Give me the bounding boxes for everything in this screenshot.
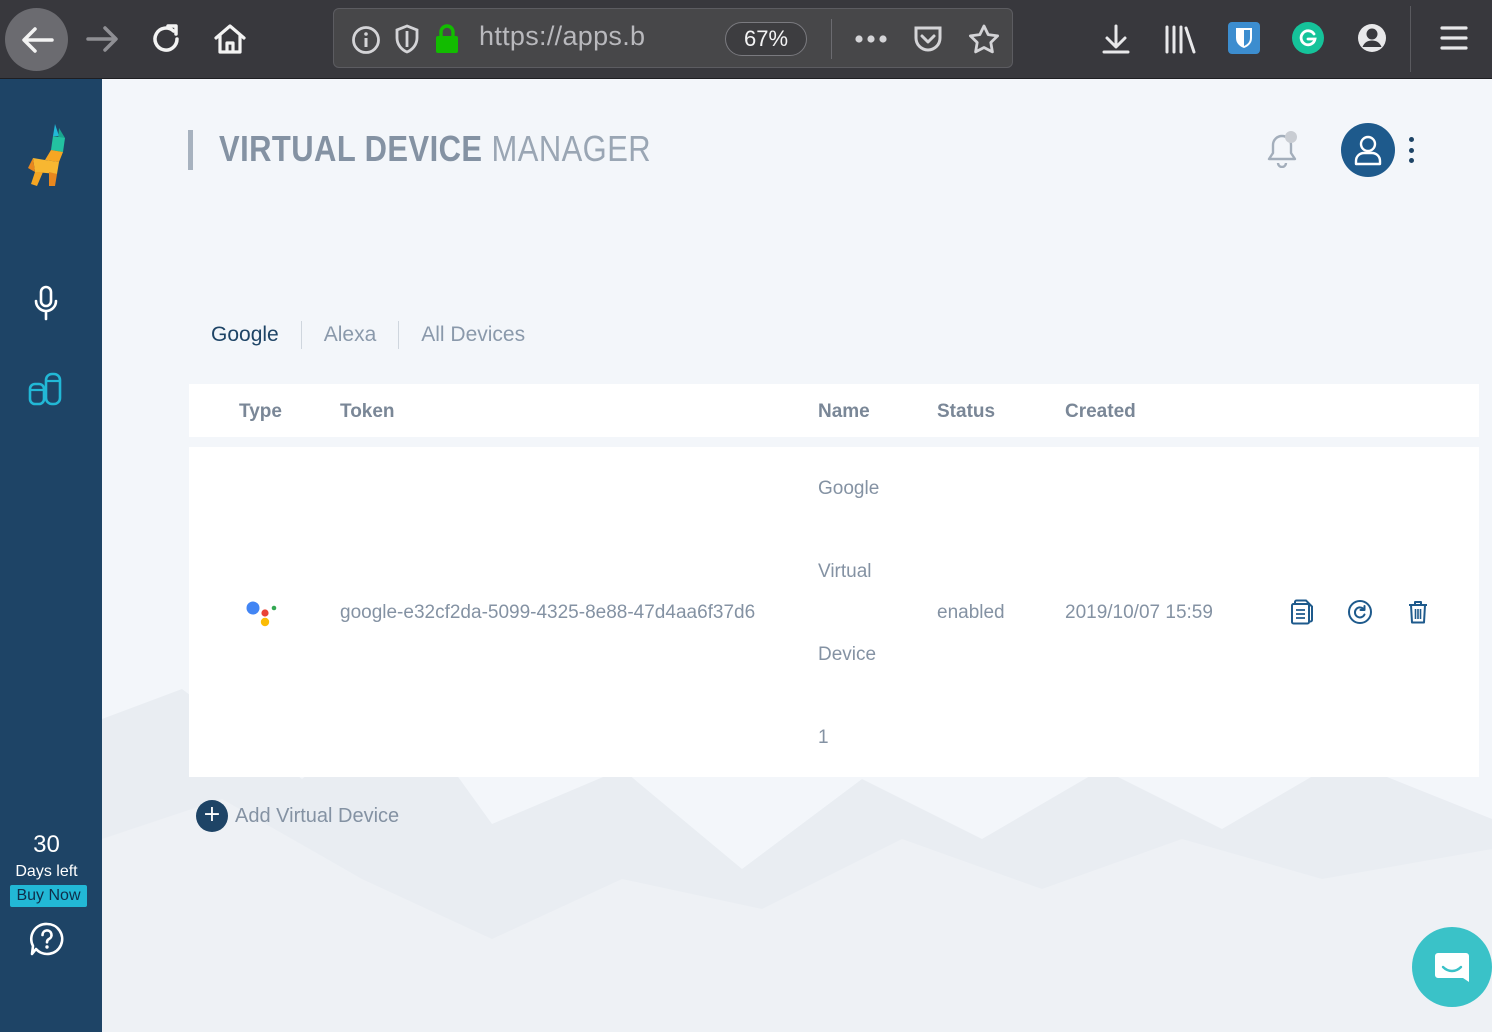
help-button[interactable]: [27, 919, 67, 959]
hamburger-menu-icon[interactable]: [1440, 25, 1468, 51]
delete-device-button[interactable]: [1403, 597, 1433, 627]
sidebar: 30 Days left Buy Now: [0, 79, 102, 1032]
library-icon[interactable]: [1164, 24, 1198, 54]
browser-toolbar: https://apps.b 67%: [0, 0, 1492, 79]
refresh-token-icon: [1348, 600, 1372, 624]
delete-icon: [1409, 601, 1427, 624]
grammarly-icon: [1299, 29, 1317, 47]
user-menu-kebab-icon[interactable]: [1405, 137, 1417, 163]
trial-days-label: Days left: [15, 863, 78, 880]
lock-icon: [436, 24, 458, 53]
forward-arrow-icon: [86, 26, 118, 52]
tab-alexa[interactable]: Alexa: [302, 320, 399, 350]
toolbar-divider: [1410, 6, 1411, 72]
tab-google[interactable]: Google: [211, 320, 301, 350]
home-button[interactable]: [199, 8, 261, 70]
bitwarden-extension-button[interactable]: [1228, 22, 1260, 54]
column-header-name: Name: [818, 401, 870, 422]
pocket-icon[interactable]: [912, 24, 944, 54]
notification-dot: [1285, 131, 1297, 143]
google-assistant-icon: [246, 601, 277, 627]
trial-days-count: 30: [33, 831, 60, 858]
copy-token-button[interactable]: [1287, 597, 1317, 627]
llama-logo-icon: [28, 124, 65, 186]
chat-support-button[interactable]: [1412, 927, 1492, 1007]
bookmark-star-icon[interactable]: [967, 23, 1001, 55]
download-icon[interactable]: [1101, 23, 1131, 55]
page-title-bold: VIRTUAL DEVICE: [219, 128, 483, 169]
plus-icon: +: [196, 800, 228, 832]
table-row: google-e32cf2da-5099-4325-8e88-47d4aa6f3…: [189, 447, 1479, 777]
back-button[interactable]: [5, 8, 68, 71]
refresh-token-button[interactable]: [1345, 597, 1375, 627]
device-name-line: Device: [818, 644, 877, 665]
device-status: enabled: [937, 602, 1005, 623]
home-icon: [214, 24, 246, 54]
app-logo[interactable]: [24, 121, 72, 189]
url-bar[interactable]: https://apps.b 67%: [333, 8, 1013, 68]
copy-token-icon: [1291, 599, 1313, 625]
title-accent-bar: [188, 130, 193, 170]
bitwarden-icon: [1236, 28, 1252, 48]
platform-tabs: Google Alexa All Devices: [211, 317, 547, 353]
main-content: VIRTUAL DEVICE MANAGER Google Alexa All …: [102, 79, 1492, 1032]
reload-button[interactable]: [135, 8, 197, 70]
table-header: Type Token Name Status Created: [189, 384, 1479, 437]
sidebar-item-voice[interactable]: [26, 283, 66, 323]
sidebar-item-virtual-devices[interactable]: [24, 369, 68, 409]
buy-now-button[interactable]: Buy Now: [10, 885, 87, 907]
column-header-created: Created: [1065, 401, 1136, 422]
back-arrow-icon: [21, 26, 54, 53]
info-icon[interactable]: [351, 25, 381, 55]
column-header-type: Type: [239, 401, 282, 422]
forward-button[interactable]: [72, 8, 134, 70]
device-token[interactable]: google-e32cf2da-5099-4325-8e88-47d4aa6f3…: [340, 602, 755, 624]
device-name: Google Virtual Device 1: [818, 472, 918, 804]
chat-icon: [1435, 953, 1469, 982]
add-virtual-device-label: Add Virtual Device: [235, 804, 400, 827]
column-header-token: Token: [340, 401, 395, 422]
column-header-status: Status: [937, 401, 996, 422]
tab-all-devices[interactable]: All Devices: [399, 320, 547, 350]
url-text[interactable]: https://apps.b: [479, 21, 645, 52]
user-avatar-button[interactable]: [1341, 123, 1395, 177]
device-name-line: Google: [818, 478, 880, 499]
virtual-devices-icon: [28, 372, 62, 406]
microphone-icon: [34, 285, 58, 321]
device-created-date: 2019/10/07 15:59: [1065, 602, 1213, 623]
device-name-line: 1: [818, 727, 829, 748]
more-icon[interactable]: [854, 33, 888, 45]
account-icon[interactable]: [1357, 23, 1387, 53]
url-bar-divider: [831, 19, 832, 59]
shield-icon[interactable]: [394, 24, 420, 54]
help-question-icon: [29, 922, 64, 956]
user-icon: [1354, 135, 1382, 166]
reload-icon: [153, 24, 179, 52]
page-title: VIRTUAL DEVICE MANAGER: [219, 128, 651, 170]
zoom-level-button[interactable]: 67%: [725, 22, 807, 56]
device-name-line: Virtual: [818, 561, 872, 582]
page-title-light: MANAGER: [482, 128, 652, 169]
grammarly-extension-button[interactable]: [1292, 22, 1324, 54]
add-virtual-device-button[interactable]: + Add Virtual Device: [196, 800, 399, 832]
